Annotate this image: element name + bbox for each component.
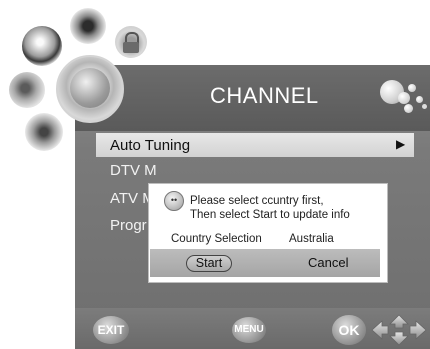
dpad-icon[interactable]	[370, 313, 428, 347]
country-selection-label: Country Selection	[171, 233, 262, 245]
bubbles-icon	[378, 78, 430, 118]
palette-icon[interactable]	[25, 113, 63, 151]
menu-item-program[interactable]: Progr	[110, 217, 147, 234]
page-title: CHANNEL	[210, 83, 319, 108]
menu-button[interactable]: MENU	[232, 317, 266, 343]
dvd-icon[interactable]	[22, 26, 62, 66]
lock-body	[123, 42, 139, 53]
dialog-message-line2: Then select Start to update info	[190, 209, 350, 221]
menu-item-label: Auto Tuning	[110, 137, 191, 154]
dialog-message-line1: Please select ccuntry first,	[190, 195, 324, 207]
ok-button[interactable]: OK	[332, 315, 366, 345]
dialog-info-icon: ••	[164, 191, 184, 211]
start-button[interactable]: Start	[186, 255, 232, 272]
exit-button[interactable]: EXIT	[93, 316, 129, 344]
arrow-right-icon: ▶	[396, 137, 406, 151]
channel-globe-inner	[70, 68, 110, 108]
cancel-button[interactable]: Cancel	[308, 255, 348, 270]
country-value[interactable]: Australia	[289, 233, 334, 245]
gear-icon[interactable]	[70, 8, 106, 44]
menu-item-dtv[interactable]: DTV M	[110, 162, 157, 179]
wrench-icon[interactable]	[9, 72, 45, 108]
